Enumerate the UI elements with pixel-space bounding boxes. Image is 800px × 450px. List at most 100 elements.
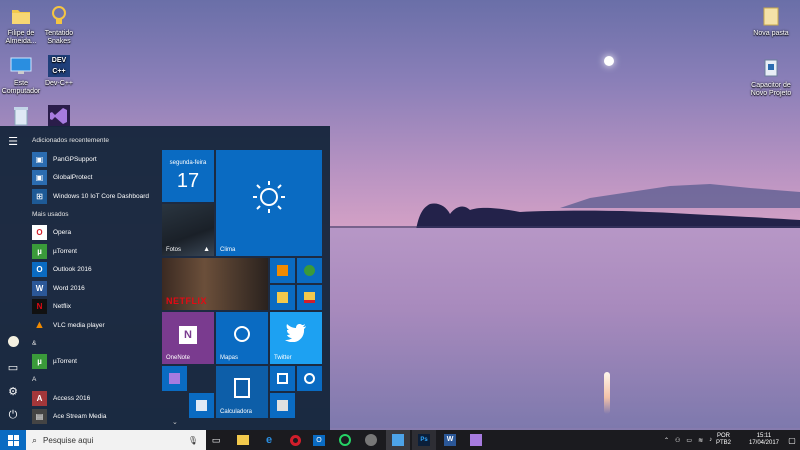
language-indicator[interactable]: POR PTB2 [716,430,731,450]
tile-small-visual-studio[interactable] [162,366,187,391]
battery-icon[interactable]: ▭ [686,437,692,444]
desktop-icon-project[interactable]: Capacitor de Novo Projeto [744,56,798,98]
tile-onenote[interactable]: N OneNote [162,312,214,364]
edge-icon[interactable]: e [258,430,280,450]
outlook-icon: O [32,262,47,278]
tile-small-utorrent[interactable] [297,258,322,283]
tile-small-3[interactable] [270,285,295,310]
start-button[interactable] [0,430,26,450]
system-tray: ⌃ ⚇ ▭ ≋ ♪ [664,430,718,450]
app-icon [277,265,288,276]
taskbar-app[interactable] [360,430,382,450]
desktop-icon-snakes[interactable]: Tentatido Snakes [32,4,86,46]
folder-icon [237,435,249,445]
project-icon [758,56,784,80]
folder-icon [8,4,34,28]
app-item-utorrent-2[interactable]: µ µTorrent [28,353,156,372]
tile-small-alarm[interactable] [297,366,322,391]
gear-icon[interactable]: ⚙ [0,380,26,402]
section-amp: & [32,339,37,347]
iot-icon: ⊞ [32,188,47,204]
taskbar-photoshop[interactable]: Ps [412,430,436,450]
lake [330,228,800,428]
outlook-icon: O [313,434,325,446]
book-icon [277,400,288,411]
acestream-icon: ▤ [32,409,47,425]
people-icon[interactable]: ⚇ [675,437,680,444]
hamburger-icon[interactable]: ☰ [0,130,26,152]
desktop-icon-devcpp[interactable]: DEV C++ Dev-C++ [32,54,86,88]
volume-icon[interactable]: ♪ [709,437,712,443]
tile-small-project[interactable] [189,393,214,418]
taskbar-opera[interactable] [284,430,306,450]
app-item-globalprotect[interactable]: ▣ GlobalProtect [28,169,156,188]
moon-reflection [604,372,610,414]
documents-icon[interactable]: ▭ [0,356,26,378]
store-icon [277,373,288,384]
task-view-icon[interactable]: ▭ [206,430,226,450]
computer-icon [8,54,34,78]
photos-icon: ▲ [203,246,210,253]
start-rail: ☰ ▭ ⚙ ⏻ [0,126,26,430]
app-icon: ▣ [32,170,47,186]
taskbar: ⌕ Pesquise aqui 🎙 ▭ e O Ps W ⌃ ⚇ ▭ ≋ ♪ P… [0,430,800,450]
app-item-access[interactable]: A Access 2016 [28,389,156,408]
taskbar-file-explorer[interactable] [232,430,254,450]
taskbar-visual-studio[interactable] [464,430,488,450]
tile-maps[interactable]: Mapas [216,312,268,364]
app-icon: ▣ [32,151,47,167]
power-icon[interactable]: ⏻ [0,404,26,426]
onenote-icon: N [179,326,197,344]
user-avatar[interactable] [0,330,26,352]
tile-calculator[interactable]: Calculadora [216,366,268,418]
app-item-netflix[interactable]: N Netflix [28,298,156,317]
twitter-icon [285,324,306,342]
desktop-icon-label: Capacitor de Novo Projeto [750,82,792,97]
desktop-icon-label: Nova pasta [753,30,789,37]
tile-label: Twitter [274,355,292,361]
desktop-icon-label: Dev-C++ [44,80,73,87]
app-item-iot-dashboard[interactable]: ⊞ Windows 10 IoT Core Dashboard [28,187,156,206]
app-item-word[interactable]: W Word 2016 [28,279,156,298]
notifications-icon[interactable]: ▢ [786,430,798,450]
microphone-icon[interactable]: 🎙 [188,436,198,445]
tile-netflix[interactable]: NETFLIX [162,258,268,310]
taskbar-app-active[interactable] [386,430,410,450]
tile-small-store[interactable] [270,366,295,391]
tile-weather[interactable]: Clima [216,150,322,256]
app-item-outlook[interactable]: O Outlook 2016 [28,261,156,280]
app-item-pangpsupport[interactable]: ▣ PanGPSupport [28,150,156,169]
alarm-icon [304,373,315,384]
chevron-up-icon[interactable]: ⌃ [664,437,669,444]
app-icon [277,292,288,303]
app-item-utorrent[interactable]: µ µTorrent [28,242,156,261]
tile-small-books[interactable] [270,393,295,418]
clock-date: 17/04/2017 [748,440,780,446]
tile-twitter[interactable]: Twitter [270,312,322,364]
tile-label: Clima [220,247,236,253]
utorrent-icon: µ [32,354,47,370]
tile-photos[interactable]: Fotos ▲ [162,204,214,256]
taskbar-word[interactable]: W [438,430,462,450]
vlc-icon: ▲ [34,319,45,332]
utorrent-icon [304,265,315,276]
tile-calendar[interactable]: segunda-feira 17 [162,150,214,202]
calendar-date: 17 [176,170,200,192]
app-item-vlc[interactable]: ▲ VLC media player [28,316,156,335]
app-icon [365,434,377,446]
taskbar-outlook[interactable]: O [308,430,330,450]
desktop-icon-new-folder[interactable]: Nova pasta [744,4,798,38]
word-icon: W [444,434,456,446]
wifi-icon[interactable]: ≋ [698,437,703,444]
section-a: A [32,376,37,383]
app-item-acestream[interactable]: ▤ Ace Stream Media [28,408,156,427]
taskbar-whatsapp[interactable] [334,430,356,450]
search-input[interactable]: Pesquise aqui [43,436,93,445]
utorrent-icon: µ [32,243,47,259]
tile-small-1[interactable] [270,258,295,283]
tile-small-4[interactable] [297,285,322,310]
search-box[interactable]: ⌕ Pesquise aqui 🎙 [26,430,206,450]
app-item-opera[interactable]: O Opera [28,224,156,243]
clock[interactable]: 15:11 17/04/2017 [744,430,784,450]
devcpp-icon: DEV C++ [46,54,72,78]
